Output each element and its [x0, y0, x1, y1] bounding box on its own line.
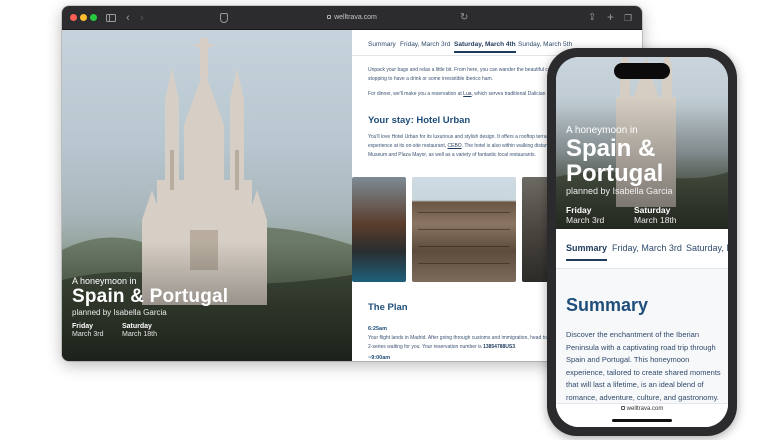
phone-day-tabs: Summary Friday, March 3rd Saturday, M	[556, 229, 728, 269]
reload-icon[interactable]: ↻	[460, 11, 468, 25]
phone-screen: A honeymoon in Spain & Portugal planned …	[556, 57, 728, 427]
cebo-link[interactable]: CEBO	[448, 143, 462, 149]
plan-time: 6:25am	[368, 326, 387, 332]
hero-end-date: March 18th	[122, 331, 158, 338]
phone-tab-summary[interactable]: Summary	[566, 243, 608, 261]
phone-tab-saturday[interactable]: Saturday, M	[686, 243, 728, 253]
plan-text: 2-series waiting for you. Your reservati…	[368, 344, 484, 350]
home-indicator[interactable]	[612, 419, 672, 422]
hero-start-day: Friday	[72, 323, 94, 330]
minimize-window-button[interactable]	[80, 14, 87, 21]
hero-kicker: A honeymoon in	[72, 276, 137, 286]
reservation-number: 13854788US3	[483, 344, 516, 350]
tab-friday-march-3rd[interactable]: Friday, March 3rd	[400, 41, 450, 48]
hotel-photo-pool[interactable]	[352, 177, 406, 282]
stay-text: . The hotel is also within walking dista…	[461, 143, 551, 149]
hero-byline: planned by Isabella Garcia	[72, 308, 167, 317]
plan-text: .	[515, 344, 517, 350]
phone-device: A honeymoon in Spain & Portugal planned …	[547, 48, 737, 436]
phone-summary-body: Discover the enchantment of the Iberian …	[566, 330, 721, 402]
new-tab-icon[interactable]: +	[607, 10, 614, 24]
hero-start-date: March 3rd	[72, 331, 104, 338]
address-bar[interactable]: welltrava.com	[292, 12, 412, 24]
phone-end-date: March 18th	[634, 215, 677, 225]
phone-lock-icon	[620, 406, 625, 410]
hero-image: A honeymoon in Spain & Portugal planned …	[62, 30, 352, 361]
address-url: welltrava.com	[334, 14, 377, 21]
phone-start-day: Friday	[566, 205, 592, 215]
privacy-shield-icon[interactable]	[220, 13, 228, 23]
tab-sunday-march-5th[interactable]: Sunday, March 5th	[518, 41, 572, 48]
phone-address-url: welltrava.com	[626, 406, 664, 412]
phone-hero-title: Spain & Portugal	[566, 135, 664, 187]
phone-tab-friday-march-3rd[interactable]: Friday, March 3rd	[612, 243, 682, 253]
dinner-text: , which serves traditional Dalician di	[471, 91, 551, 97]
share-icon[interactable]: ⇪	[588, 11, 596, 25]
browser-titlebar: ‹ › welltrava.com ↻ ⇪ + ❐	[62, 6, 642, 30]
plan-heading: The Plan	[368, 302, 408, 313]
tab-overview-icon[interactable]: ❐	[624, 11, 632, 25]
phone-address-bar[interactable]: welltrava.com	[556, 403, 728, 427]
back-icon[interactable]: ‹	[126, 11, 130, 25]
plan-time: ~9:00am	[368, 355, 391, 361]
dinner-text: For dinner, we'll make you a reservation…	[368, 91, 464, 97]
stay-heading: Your stay: Hotel Urban	[368, 115, 471, 126]
phone-start-date: March 3rd	[566, 215, 605, 225]
tab-saturday-march-4th[interactable]: Saturday, March 4th	[454, 41, 516, 53]
phone-summary-section: Summary Discover the enchantment of the …	[556, 269, 728, 403]
forward-icon[interactable]: ›	[140, 11, 144, 25]
phone-summary-heading: Summary	[566, 295, 649, 315]
hero-end-day: Saturday	[122, 323, 152, 330]
sidebar-toggle-icon[interactable]	[106, 14, 116, 22]
stage: ‹ › welltrava.com ↻ ⇪ + ❐ A honeymoon in…	[0, 0, 780, 440]
tab-summary[interactable]: Summary	[368, 41, 396, 48]
phone-end-day: Saturday	[634, 205, 671, 215]
hotel-photo-facade[interactable]	[412, 177, 516, 282]
dinner-place-link[interactable]: Lua	[463, 91, 471, 97]
phone-hero-image: A honeymoon in Spain & Portugal planned …	[556, 57, 728, 229]
hero-title: Spain & Portugal	[72, 286, 229, 307]
dynamic-island	[614, 63, 670, 79]
phone-hero-byline: planned by Isabella Garcia	[566, 186, 673, 196]
maximize-window-button[interactable]	[90, 14, 97, 21]
lock-icon	[327, 15, 332, 19]
stay-text: experience at its on-site restaurant,	[368, 143, 448, 149]
close-window-button[interactable]	[70, 14, 77, 21]
